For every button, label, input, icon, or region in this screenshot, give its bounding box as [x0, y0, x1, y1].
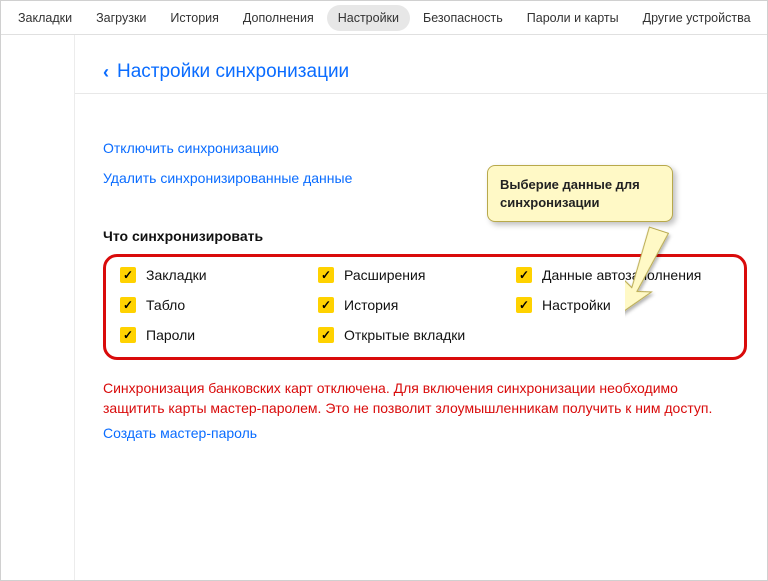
disable-sync-link[interactable]: Отключить синхронизацию: [103, 140, 747, 156]
page-title-row[interactable]: ‹ Настройки синхронизации: [103, 61, 747, 83]
tab-history[interactable]: История: [159, 5, 229, 31]
tab-bookmarks[interactable]: Закладки: [7, 5, 83, 31]
check-icon: ✓: [120, 327, 136, 343]
top-tabbar: Закладки Загрузки История Дополнения Нас…: [1, 1, 767, 35]
sync-items-box: ✓ Закладки ✓ Расширения ✓ Данные автозап…: [103, 254, 747, 360]
check-icon: ✓: [516, 297, 532, 313]
tab-passwords-cards[interactable]: Пароли и карты: [516, 5, 630, 31]
checkbox-label: Закладки: [146, 267, 207, 283]
checkbox-label: Расширения: [344, 267, 425, 283]
checkbox-label: Открытые вкладки: [344, 327, 465, 343]
tab-downloads[interactable]: Загрузки: [85, 5, 157, 31]
check-icon: ✓: [318, 267, 334, 283]
check-icon: ✓: [120, 297, 136, 313]
callout-text: Выберие данные для синхронизации: [500, 177, 640, 210]
back-chevron-icon[interactable]: ‹: [103, 62, 109, 83]
divider: [75, 93, 767, 94]
checkbox-bookmarks[interactable]: ✓ Закладки: [120, 267, 310, 283]
page-title: Настройки синхронизации: [117, 61, 349, 83]
checkbox-label: Пароли: [146, 327, 195, 343]
checkbox-extensions[interactable]: ✓ Расширения: [318, 267, 508, 283]
tab-other-devices[interactable]: Другие устройства: [632, 5, 762, 31]
checkbox-label: Настройки: [542, 297, 611, 313]
warning-text: Синхронизация банковских карт отключена.…: [103, 380, 712, 416]
checkbox-open-tabs[interactable]: ✓ Открытые вкладки: [318, 327, 508, 343]
tab-addons[interactable]: Дополнения: [232, 5, 325, 31]
checkbox-autofill-data[interactable]: ✓ Данные автозаполнения: [516, 267, 730, 283]
bank-cards-warning: Синхронизация банковских карт отключена.…: [103, 378, 723, 419]
sidebar: [1, 35, 75, 580]
checkbox-tablo[interactable]: ✓ Табло: [120, 297, 310, 313]
check-icon: ✓: [516, 267, 532, 283]
main-content: ‹ Настройки синхронизации Отключить синх…: [75, 35, 767, 580]
check-icon: ✓: [318, 297, 334, 313]
check-icon: ✓: [120, 267, 136, 283]
checkbox-label: Данные автозаполнения: [542, 267, 701, 283]
checkbox-label: Табло: [146, 297, 185, 313]
tab-settings[interactable]: Настройки: [327, 5, 410, 31]
checkbox-history[interactable]: ✓ История: [318, 297, 508, 313]
checkbox-settings[interactable]: ✓ Настройки: [516, 297, 730, 313]
checkbox-label: История: [344, 297, 398, 313]
sync-section-title: Что синхронизировать: [103, 228, 747, 244]
checkbox-passwords[interactable]: ✓ Пароли: [120, 327, 310, 343]
tab-security[interactable]: Безопасность: [412, 5, 514, 31]
annotation-callout: Выберие данные для синхронизации: [487, 165, 673, 222]
check-icon: ✓: [318, 327, 334, 343]
create-master-password-link[interactable]: Создать мастер-пароль: [103, 425, 747, 441]
